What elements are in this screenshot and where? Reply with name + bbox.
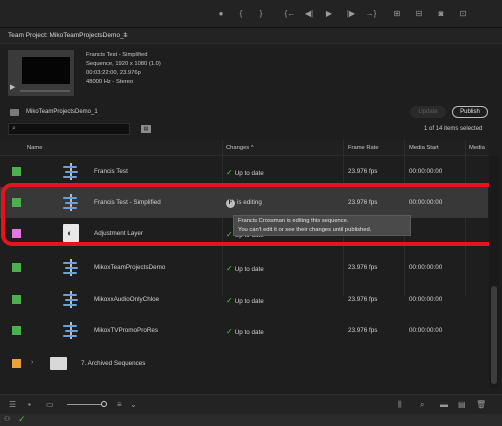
step-back-icon[interactable]: ◀|	[302, 8, 316, 20]
column-frame-rate[interactable]: Frame Rate	[348, 145, 379, 151]
button-editor-icon[interactable]: ⊡	[456, 8, 470, 20]
highlight-annotation	[1, 183, 499, 246]
mark-in-icon[interactable]: {	[234, 8, 248, 20]
vertical-scrollbar[interactable]	[489, 156, 499, 388]
play-icon[interactable]: ▶	[10, 83, 15, 91]
label-color-swatch[interactable]	[12, 359, 21, 368]
new-bin-icon[interactable]: ▬	[440, 400, 448, 409]
table-row[interactable]: › 7. Archived Sequences	[0, 348, 488, 379]
search-input[interactable]: ⌕	[8, 123, 130, 135]
preview-detail: 48000 Hz - Stereo	[86, 79, 134, 85]
publish-button[interactable]: Publish	[452, 106, 488, 118]
preview-thumbnail: ▶	[8, 50, 74, 96]
chevron-right-icon[interactable]: ›	[31, 359, 33, 366]
bottom-toolbar: ☰ ▪ ▭ ≡ ⌄ ⫼ ⌕ ▬ ▤ 🗑	[0, 394, 502, 414]
search-row: ⌕ ▤ 1 of 14 items selected	[0, 122, 502, 138]
change-text: Up to date	[234, 266, 264, 273]
step-forward-icon[interactable]: |▶	[344, 8, 358, 20]
label-color-swatch[interactable]	[12, 263, 21, 272]
folder-icon	[10, 109, 19, 116]
label-color-swatch[interactable]	[12, 167, 21, 176]
column-name[interactable]: Name	[27, 145, 42, 151]
sequence-icon	[63, 322, 79, 339]
column-changes[interactable]: Changes ^	[226, 145, 254, 151]
transport-bar: ● { } {← ◀| ▶ |▶ →} ⊞ ⊟ ◙ ⊡	[0, 0, 502, 28]
change-text: Up to date	[234, 298, 264, 305]
item-name: Francis Test	[94, 168, 128, 175]
go-to-out-icon[interactable]: →}	[364, 8, 378, 20]
new-item-icon[interactable]: ▤	[458, 400, 466, 409]
item-name: MikoxxAudioOnlyChloe	[94, 296, 160, 303]
media-start: 00:00:00:00	[409, 168, 443, 175]
label-color-swatch[interactable]	[12, 295, 21, 304]
column-header: Name Changes ^ Frame Rate Media Start Me…	[0, 140, 488, 156]
table-row[interactable]: MikoxTeamProjectsDemo ✓ Up to date 23.976…	[0, 252, 488, 283]
item-name: MikoxTeamProjectsDemo	[94, 264, 166, 271]
selection-count: 1 of 14 items selected	[424, 126, 483, 132]
project-toolbar: MikoTeamProjectsDemo_1 Update Publish	[0, 104, 502, 122]
preview-detail: 00:03:22:00, 23.976p	[86, 70, 141, 76]
check-icon: ✓	[18, 414, 26, 424]
freeform-view-icon[interactable]: ▭	[46, 400, 54, 409]
overwrite-icon[interactable]: ⊟	[412, 8, 426, 20]
column-media-start[interactable]: Media Start	[409, 145, 439, 151]
new-bin-from-search-icon[interactable]: ▤	[141, 125, 151, 133]
label-color-swatch[interactable]	[12, 326, 21, 335]
mark-out-icon[interactable]: }	[254, 8, 268, 20]
trash-icon[interactable]: 🗑	[476, 400, 486, 409]
preview-scrubber[interactable]	[20, 90, 70, 92]
media-start: 00:00:00:00	[409, 327, 443, 334]
check-icon: ✓	[226, 327, 233, 336]
item-name: MikoxTVPromoProRes	[94, 327, 159, 334]
media-start: 00:00:00:00	[409, 264, 443, 271]
frame-rate: 23.976 fps	[348, 264, 378, 271]
preview-name: Francis Test - Simplified	[86, 52, 148, 58]
collaboration-icon[interactable]: ⚇	[4, 415, 10, 423]
media-start: 00:00:00:00	[409, 296, 443, 303]
change-text: Up to date	[234, 329, 264, 336]
sort-icon[interactable]: ≡	[117, 400, 122, 409]
go-to-in-icon[interactable]: {←	[283, 8, 297, 20]
change-status: ✓Up to date	[226, 296, 264, 305]
chevron-down-icon[interactable]: ⌄	[130, 400, 137, 409]
play-icon[interactable]: ▶	[322, 8, 336, 20]
change-status: ✓Up to date	[226, 168, 264, 177]
preview-detail: Sequence, 1920 x 1080 (1.0)	[86, 61, 161, 67]
change-status: ✓Up to date	[226, 327, 264, 336]
folder-name: MikoTeamProjectsDemo_1	[26, 109, 98, 115]
find-icon[interactable]: ⌕	[420, 400, 424, 410]
table-row[interactable]: MikoxTVPromoProRes ✓ Up to date 23.976 fp…	[0, 315, 488, 346]
check-icon: ✓	[226, 264, 233, 273]
camera-icon[interactable]: ◙	[434, 8, 448, 20]
sequence-icon	[63, 163, 79, 180]
scrollbar-thumb[interactable]	[491, 286, 497, 384]
check-icon: ✓	[226, 296, 233, 305]
marker-icon[interactable]: ●	[214, 8, 228, 20]
icon-view-icon[interactable]: ▪	[28, 400, 31, 409]
check-icon: ✓	[226, 168, 233, 177]
zoom-slider-track[interactable]	[67, 404, 101, 405]
frame-rate: 23.976 fps	[348, 168, 378, 175]
frame-rate: 23.976 fps	[348, 327, 378, 334]
automate-to-sequence-icon[interactable]: ⫼	[398, 400, 402, 410]
panel-header: Team Project: MikoTeamProjectsDemo_1 ≡	[0, 28, 502, 44]
change-text: Up to date	[234, 170, 264, 177]
preview-frame	[22, 57, 70, 84]
zoom-slider-knob[interactable]	[101, 401, 107, 407]
frame-rate: 23.976 fps	[348, 296, 378, 303]
status-bar: ⚇ ✓	[0, 414, 502, 426]
panel-title[interactable]: Team Project: MikoTeamProjectsDemo_1	[8, 32, 127, 39]
column-media-end[interactable]: Media	[469, 145, 485, 151]
insert-icon[interactable]: ⊞	[390, 8, 404, 20]
update-button[interactable]: Update	[410, 106, 446, 118]
change-status: ✓Up to date	[226, 264, 264, 273]
item-name: 7. Archived Sequences	[81, 360, 146, 367]
table-row[interactable]: MikoxxAudioOnlyChloe ✓ Up to date 23.976 …	[0, 284, 488, 315]
bin-icon	[50, 357, 67, 370]
search-icon: ⌕	[12, 125, 16, 132]
sequence-icon	[63, 259, 79, 276]
sequence-icon	[63, 291, 79, 308]
hamburger-icon[interactable]: ≡	[123, 31, 128, 40]
list-view-icon[interactable]: ☰	[9, 400, 16, 409]
